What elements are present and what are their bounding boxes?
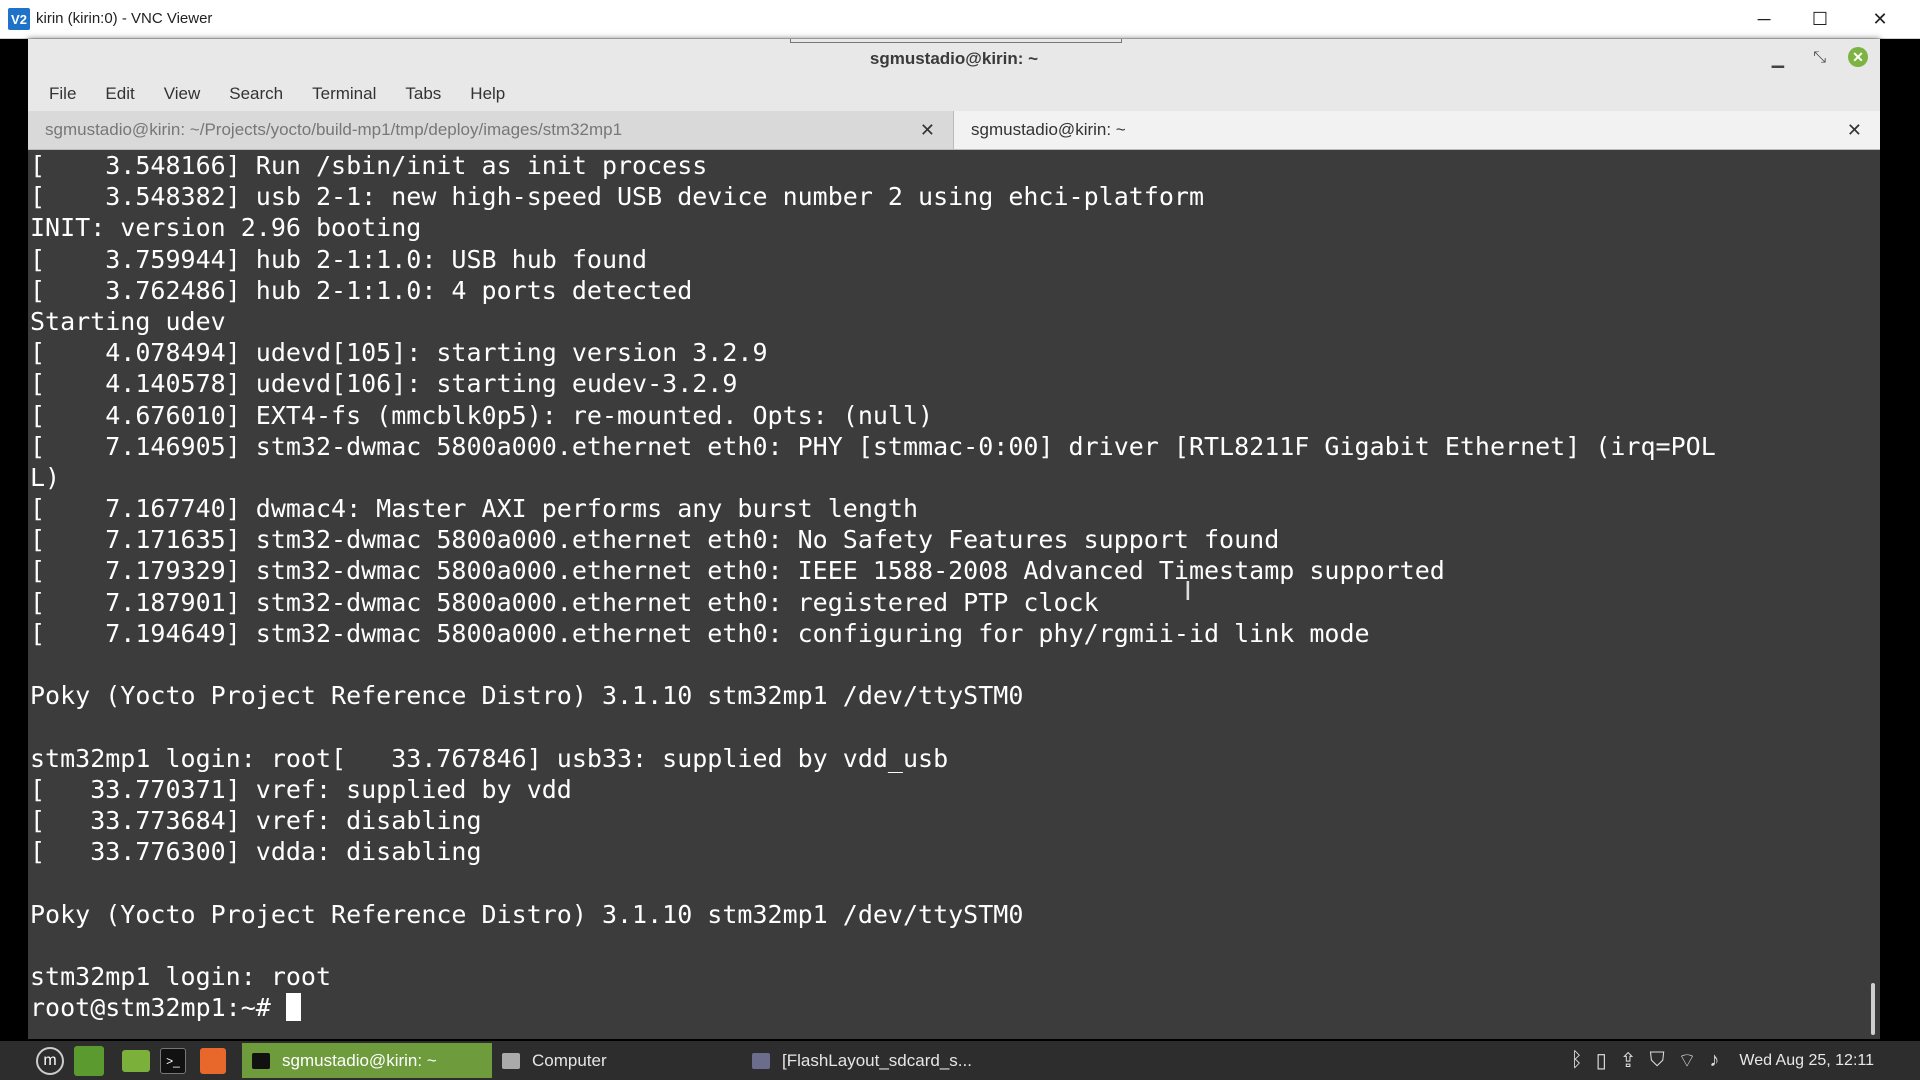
menu-view[interactable]: View: [156, 84, 209, 104]
menu-tabs[interactable]: Tabs: [397, 84, 449, 104]
tab-close-icon[interactable]: ✕: [1847, 120, 1862, 141]
task-computer[interactable]: Computer: [492, 1043, 742, 1078]
taskbar-panel: m >_ sgmustadio@kirin: ~ Computer [Flash…: [0, 1041, 1920, 1080]
terminal-icon[interactable]: >_: [160, 1047, 186, 1074]
bluetooth-icon[interactable]: ᛒ: [1571, 1049, 1583, 1072]
terminal-line: stm32mp1 login: root: [30, 961, 332, 991]
terminal-line: Starting udev: [30, 306, 226, 336]
terminal-task-icon: [252, 1052, 270, 1069]
terminal-scrollbar[interactable]: [1866, 150, 1880, 1039]
menu-icon[interactable]: m: [36, 1046, 64, 1075]
menu-edit[interactable]: Edit: [97, 84, 142, 104]
terminal-line: [ 33.773684] vref: disabling: [30, 805, 482, 835]
terminal-prompt-line[interactable]: root@stm32mp1:~#: [30, 992, 1866, 1023]
desktop-edge: [1880, 39, 1920, 1041]
terminal-line: Poky (Yocto Project Reference Distro) 3.…: [30, 899, 1024, 929]
tab-bar: sgmustadio@kirin: ~/Projects/yocto/build…: [28, 111, 1880, 150]
tab-deploy-images[interactable]: sgmustadio@kirin: ~/Projects/yocto/build…: [28, 111, 954, 149]
vnc-titlebar: V2 kirin (kirin:0) - VNC Viewer ─ ☐ ✕: [0, 0, 1920, 39]
terminal-output[interactable]: [ 3.548166] Run /sbin/init as init proce…: [28, 150, 1866, 1039]
terminal-line: [ 4.140578] udevd[106]: starting eudev-3…: [30, 369, 738, 399]
clock[interactable]: Wed Aug 25, 12:11: [1739, 1052, 1874, 1070]
terminal-line: [ 7.146905] stm32-dwmac 5800a000.etherne…: [30, 431, 1716, 461]
tab-home[interactable]: sgmustadio@kirin: ~ ✕: [954, 111, 1880, 149]
text-cursor-icon: I: [1184, 577, 1192, 607]
system-tray: ᛒ ▯ ⇪ ⛉ ⌔ ♪ Wed Aug 25, 12:11: [1558, 1041, 1874, 1080]
files-icon[interactable]: [122, 1049, 150, 1072]
task-terminal[interactable]: sgmustadio@kirin: ~: [242, 1043, 492, 1078]
update-icon[interactable]: ⇪: [1620, 1048, 1637, 1073]
terminal-line: [ 33.776300] vdda: disabling: [30, 837, 482, 867]
shell-prompt: root@stm32mp1:~#: [30, 993, 286, 1023]
terminal-line: [ 3.548166] Run /sbin/init as init proce…: [30, 151, 708, 180]
terminal-line: [ 7.171635] stm32-dwmac 5800a000.etherne…: [30, 525, 1280, 555]
terminal-line: [ 7.194649] stm32-dwmac 5800a000.etherne…: [30, 618, 1370, 648]
titlebar-notch: [790, 39, 1122, 43]
terminal-line: INIT: version 2.96 booting: [30, 213, 422, 243]
terminal-line: [ 7.167740] dwmac4: Master AXI performs …: [30, 494, 919, 524]
task-flashlayout[interactable]: [FlashLayout_sdcard_s...: [742, 1043, 1012, 1078]
minimize-button[interactable]: ─: [1736, 0, 1792, 38]
menu-terminal[interactable]: Terminal: [304, 84, 384, 104]
terminal-line: stm32mp1 login: root[ 33.767846] usb33: …: [30, 743, 949, 773]
terminal-restore-icon[interactable]: ⤡: [1813, 49, 1826, 67]
volume-icon[interactable]: ♪: [1709, 1049, 1719, 1072]
tab-close-icon[interactable]: ✕: [920, 120, 935, 141]
terminal-close-icon[interactable]: ✕: [1848, 47, 1868, 67]
shield-icon[interactable]: ⛉: [1650, 1049, 1665, 1072]
terminal-titlebar: sgmustadio@kirin: ~ ▁ ⤡ ✕: [28, 39, 1880, 77]
terminal-line: [ 33.770371] vref: supplied by vdd: [30, 774, 572, 804]
terminal-line: Poky (Yocto Project Reference Distro) 3.…: [30, 681, 1024, 711]
tab-label: sgmustadio@kirin: ~: [971, 120, 1126, 139]
document-task-icon: [752, 1052, 770, 1069]
terminal-line: [ 4.078494] udevd[105]: starting version…: [30, 338, 768, 368]
show-desktop-icon[interactable]: [74, 1045, 104, 1076]
close-button[interactable]: ✕: [1852, 0, 1908, 38]
terminal-title: sgmustadio@kirin: ~: [869, 49, 1039, 68]
vnc-app-icon: V2: [8, 8, 30, 30]
terminal-minimize-icon[interactable]: ▁: [1772, 49, 1784, 69]
task-label: Computer: [532, 1050, 607, 1070]
terminal-line: [ 7.179329] stm32-dwmac 5800a000.etherne…: [30, 556, 1445, 586]
firefox-icon[interactable]: [200, 1047, 226, 1074]
menu-search[interactable]: Search: [221, 84, 291, 104]
terminal-line: [ 7.187901] stm32-dwmac 5800a000.etherne…: [30, 587, 1099, 617]
terminal-cursor: [285, 993, 301, 1022]
menubar: File Edit View Search Terminal Tabs Help: [28, 77, 1880, 111]
terminal-window: sgmustadio@kirin: ~ ▁ ⤡ ✕ File Edit View…: [28, 39, 1880, 1039]
terminal-line: [ 3.548382] usb 2-1: new high-speed USB …: [30, 182, 1204, 212]
vnc-window-title: kirin (kirin:0) - VNC Viewer: [36, 10, 213, 27]
terminal-lines: [ 3.548166] Run /sbin/init as init proce…: [28, 150, 1866, 1023]
terminal-line: [ 3.762486] hub 2-1:1.0: 4 ports detecte…: [30, 275, 693, 305]
computer-task-icon: [502, 1052, 520, 1069]
menu-file[interactable]: File: [41, 84, 84, 104]
tab-label: sgmustadio@kirin: ~/Projects/yocto/build…: [45, 120, 623, 139]
terminal-line: [ 4.676010] EXT4-fs (mmcblk0p5): re-moun…: [30, 400, 934, 430]
task-label: [FlashLayout_sdcard_s...: [782, 1050, 972, 1070]
wifi-icon[interactable]: ⌔: [1678, 1048, 1697, 1073]
maximize-button[interactable]: ☐: [1792, 0, 1848, 38]
terminal-line: L): [30, 462, 61, 492]
remote-desktop: sgmustadio@kirin: ~ ▁ ⤡ ✕ File Edit View…: [0, 39, 1920, 1080]
scrollbar-thumb[interactable]: [1871, 983, 1875, 1035]
clipboard-icon[interactable]: ▯: [1596, 1048, 1607, 1073]
terminal-line: [ 3.759944] hub 2-1:1.0: USB hub found: [30, 244, 648, 274]
task-label: sgmustadio@kirin: ~: [282, 1050, 437, 1070]
menu-help[interactable]: Help: [462, 84, 513, 104]
